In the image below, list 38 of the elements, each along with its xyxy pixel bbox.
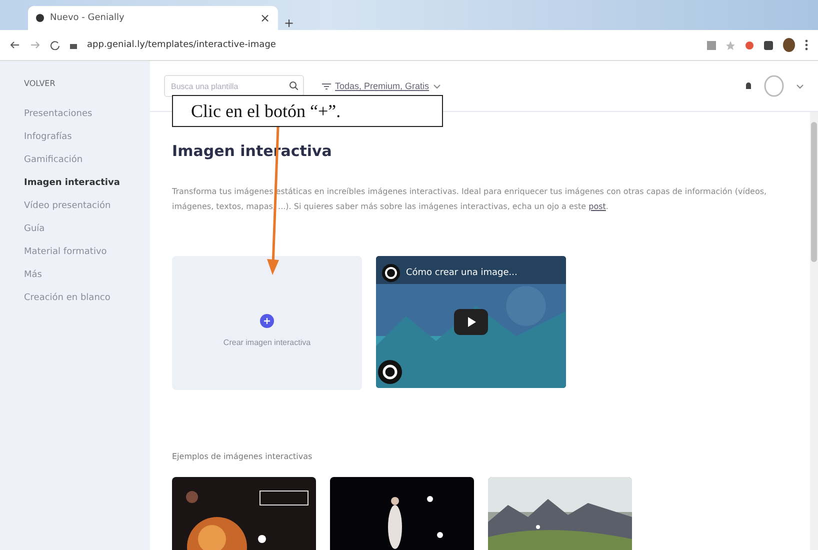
filter-dropdown[interactable]: Todas, Premium, Gratis (316, 80, 448, 92)
back-arrow-icon[interactable] (10, 40, 20, 50)
chevron-icon[interactable] (796, 84, 804, 88)
tab-title: Nuevo - Genially (50, 13, 126, 23)
callout-box: Clic en el botón “+”. (172, 95, 443, 127)
new-tab-button[interactable]: + (284, 16, 294, 30)
star-icon[interactable] (726, 40, 735, 50)
channel-logo-icon (382, 264, 400, 282)
address-field[interactable]: app.genial.ly/templates/interactive-image (87, 40, 697, 50)
channel-logo-icon (378, 360, 402, 384)
bell-icon[interactable] (745, 82, 752, 90)
section-heading: Ejemplos de imágenes interactivas (172, 452, 314, 461)
reload-icon[interactable] (50, 40, 60, 50)
close-tab-button[interactable]: × (260, 11, 270, 25)
sidebar-item[interactable]: Material formativo (24, 247, 150, 257)
search-field[interactable]: Busca una plantilla (164, 75, 304, 97)
sidebar-item[interactable]: Infografías (24, 132, 150, 142)
sidebar-item[interactable]: Creación en blanco (24, 293, 150, 303)
video-player[interactable]: Cómo crear una image... (376, 256, 566, 388)
plus-icon (260, 314, 274, 328)
profile-icon[interactable] (783, 38, 795, 52)
menu-icon[interactable] (805, 39, 808, 51)
chevron-icon (433, 84, 442, 88)
play-button-icon[interactable] (454, 309, 488, 335)
post-link[interactable]: post (588, 202, 606, 211)
sidebar-item[interactable]: Imagen interactiva (24, 178, 150, 188)
search-icon (289, 81, 298, 90)
create-card[interactable]: Crear imagen interactiva (172, 256, 362, 390)
sidebar-item[interactable]: Presentaciones (24, 109, 150, 119)
sidebar-item[interactable]: Guía (24, 224, 150, 234)
sidebar-item[interactable]: Vídeo presentación (24, 201, 150, 211)
back-link[interactable]: VOLVER (24, 79, 150, 88)
filter-icon (322, 82, 331, 90)
globe-icon (36, 14, 44, 22)
sidebar-item[interactable]: Gamificación (24, 155, 150, 165)
sidebar-item[interactable]: Más (24, 270, 150, 280)
browser-tab[interactable]: Nuevo - Genially × (28, 6, 278, 30)
video-title: Cómo crear una image... (406, 268, 518, 278)
